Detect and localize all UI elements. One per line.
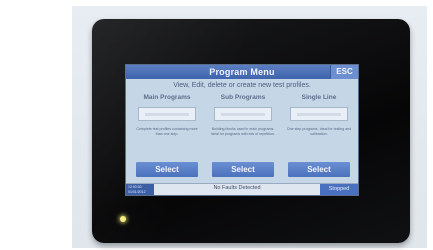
status-message: No Faults Detected [213,185,261,191]
sub-programs-description: Building blocks used in main programs. I… [211,127,275,136]
power-led-icon [120,216,126,222]
esc-button[interactable]: ESC [330,65,358,79]
sub-programs-heading: Sub Programs [220,94,266,101]
field-placeholder-bar [297,113,341,116]
select-main-programs-button[interactable]: Select [136,162,198,177]
field-placeholder-bar [145,113,189,116]
main-programs-heading: Main Programs [143,94,191,101]
field-placeholder-bar [221,113,265,116]
subtitle: View, Edit, delete or create new test pr… [173,82,311,89]
touchscreen-display: Program Menu ESC View, Edit, delete or c… [125,64,359,196]
page-title: Program Menu [209,67,275,77]
status-bar: 12:00:00 01/01/2012 No Faults Detected S… [126,183,358,195]
single-line-description: One step programs. Ideal for testing and… [286,127,352,136]
title-bar: Program Menu ESC [126,65,358,79]
single-line-field[interactable] [290,107,348,121]
sub-programs-field[interactable] [214,107,272,121]
main-programs-field[interactable] [138,107,196,121]
status-clock: 12:00:00 01/01/2012 [126,184,154,195]
run-state-badge[interactable]: Stopped [320,184,358,195]
select-sub-programs-button[interactable]: Select [212,162,274,177]
select-single-line-button[interactable]: Select [288,162,350,177]
single-line-heading: Single Line [301,94,337,101]
main-programs-description: Complete test profiles containing more t… [136,127,198,136]
